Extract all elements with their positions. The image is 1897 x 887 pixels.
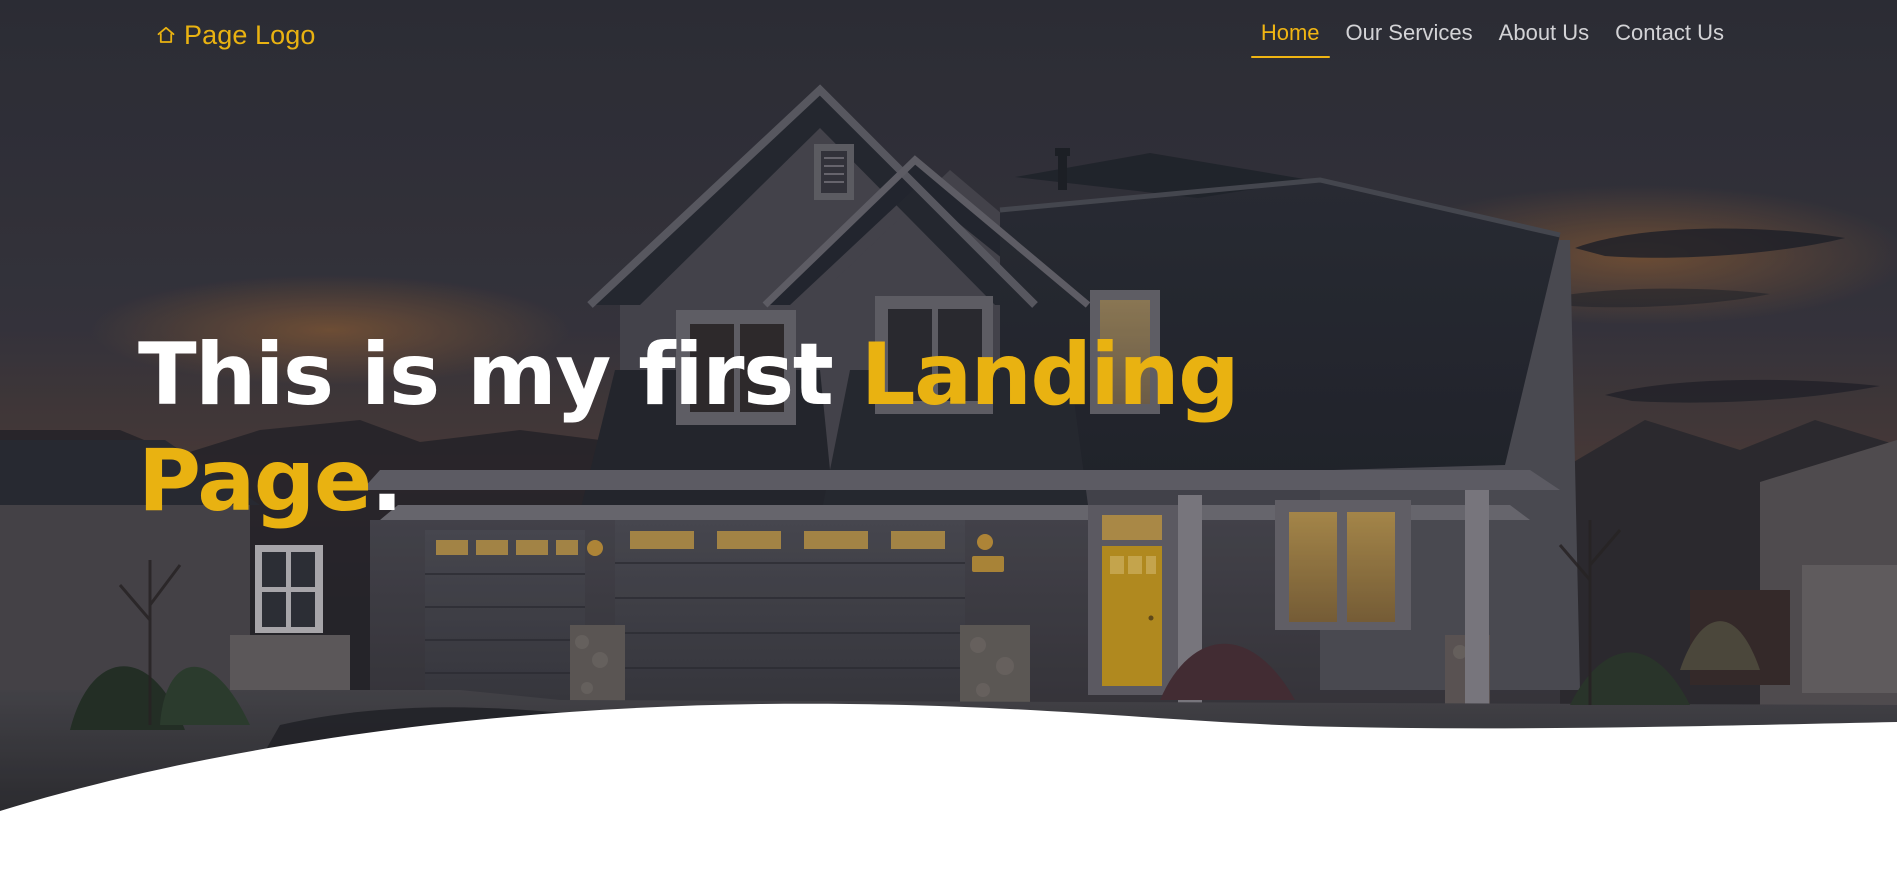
page-logo[interactable]: Page Logo (156, 18, 316, 52)
hero-section: Page Logo Home Our Services About Us Con… (0, 0, 1897, 820)
headline-white-text: This is my first (138, 325, 834, 425)
nav-about-link[interactable]: About Us (1489, 18, 1600, 58)
top-navbar: Page Logo Home Our Services About Us Con… (0, 0, 1897, 70)
nav-home-link[interactable]: Home (1250, 18, 1330, 58)
hero-headline: This is my first Landing Page. (138, 322, 1318, 534)
nav-contact-link[interactable]: Contact Us (1605, 18, 1734, 58)
nav-services-link[interactable]: Our Services (1336, 18, 1483, 58)
headline-period: . (370, 431, 404, 531)
home-outline-icon (156, 25, 176, 45)
main-navigation: Home Our Services About Us Contact Us (1250, 18, 1734, 58)
headline-accent-landing: Landing (860, 325, 1240, 425)
logo-text: Page Logo (184, 19, 316, 50)
headline-accent-page: Page (138, 431, 372, 531)
landing-page: Page Logo Home Our Services About Us Con… (0, 0, 1897, 887)
